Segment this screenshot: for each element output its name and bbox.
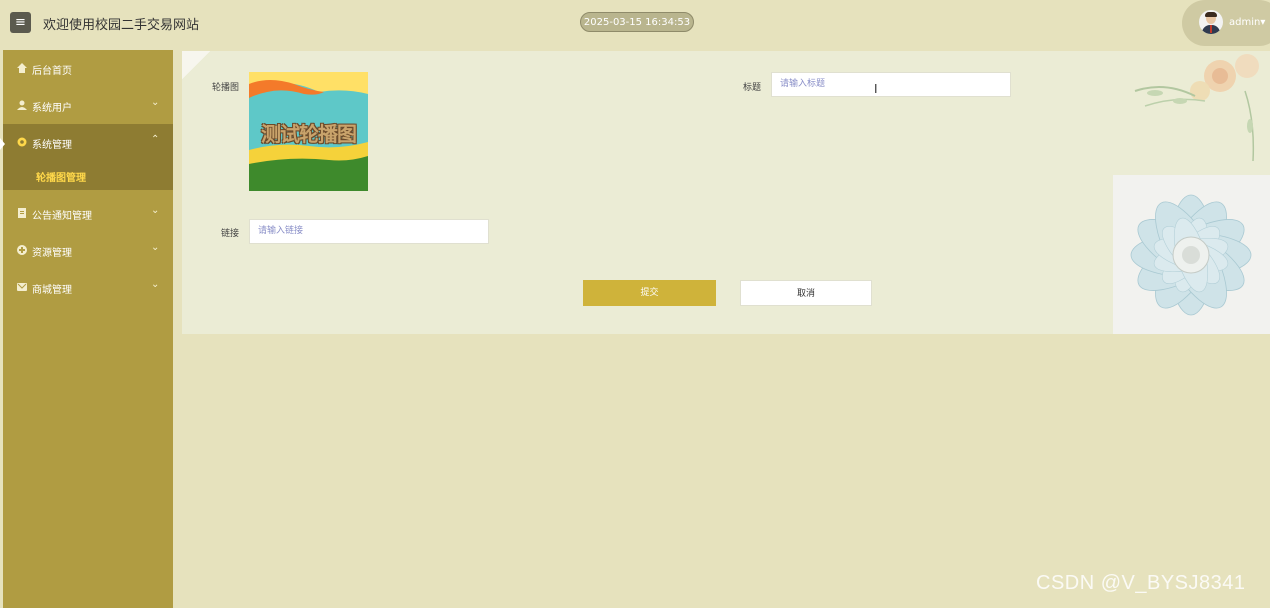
gear-icon [17, 137, 27, 147]
datetime-badge: 2025-03-15 16:34:53 [580, 12, 694, 32]
title-label: 标题 [743, 83, 762, 93]
sidebar-item-notices[interactable]: 公告通知管理 ⌄ [3, 195, 173, 232]
hamburger-icon[interactable]: ≡ [10, 12, 31, 33]
submit-button[interactable]: 提交 [583, 280, 716, 306]
active-indicator [0, 138, 5, 150]
chevron-down-icon: ⌄ [151, 205, 160, 216]
chevron-up-icon: ⌃ [151, 134, 160, 145]
chevron-down-icon: ⌄ [151, 279, 160, 290]
link-label: 链接 [221, 229, 240, 239]
sidebar-subitem-carousel[interactable]: 轮播图管理 [3, 161, 173, 190]
sidebar-item-label: 资源管理 [32, 248, 72, 259]
user-icon [17, 100, 27, 110]
sidebar: 后台首页 系统用户 ⌄ 系统管理 ⌃ 轮播图管理 公告通知管理 ⌄ 资源管理 ⌄… [3, 50, 173, 608]
sidebar-item-system-users[interactable]: 系统用户 ⌄ [3, 87, 173, 124]
site-title: 欢迎使用校园二手交易网站 [43, 18, 200, 33]
mail-icon [17, 283, 27, 291]
carousel-image[interactable]: 测试轮播图 [249, 72, 368, 191]
user-name[interactable]: admin▾ [1229, 17, 1265, 28]
lotus-decoration-image [1113, 175, 1270, 334]
chevron-down-icon: ⌄ [151, 97, 160, 108]
sidebar-item-label: 系统用户 [32, 103, 72, 114]
title-input[interactable]: 请输入标题 [771, 72, 1011, 97]
sidebar-item-label: 商城管理 [32, 285, 72, 296]
flower-decoration-image [1134, 54, 1259, 162]
document-icon [18, 208, 26, 218]
cancel-button[interactable]: 取消 [740, 280, 872, 306]
sidebar-item-mall[interactable]: 商城管理 ⌄ [3, 269, 173, 306]
sidebar-subitem-label: 轮播图管理 [36, 173, 86, 184]
image-label: 轮播图 [212, 83, 240, 93]
sidebar-item-system-management[interactable]: 系统管理 ⌃ [3, 124, 173, 161]
carousel-image-text: 测试轮播图 [261, 122, 357, 146]
sidebar-item-home[interactable]: 后台首页 [3, 50, 173, 87]
chevron-down-icon: ⌄ [151, 242, 160, 253]
sidebar-item-label: 后台首页 [32, 66, 72, 77]
sidebar-item-label: 系统管理 [32, 140, 72, 151]
corner-fold [182, 51, 210, 79]
home-icon [17, 63, 27, 73]
link-input[interactable]: 请输入链接 [249, 219, 489, 244]
sidebar-item-resources[interactable]: 资源管理 ⌄ [3, 232, 173, 269]
plus-circle-icon [17, 245, 27, 255]
avatar[interactable] [1199, 10, 1223, 34]
sidebar-item-label: 公告通知管理 [32, 211, 92, 222]
text-cursor-icon: I [874, 82, 878, 96]
watermark: CSDN @V_BYSJ8341 [1036, 572, 1246, 594]
